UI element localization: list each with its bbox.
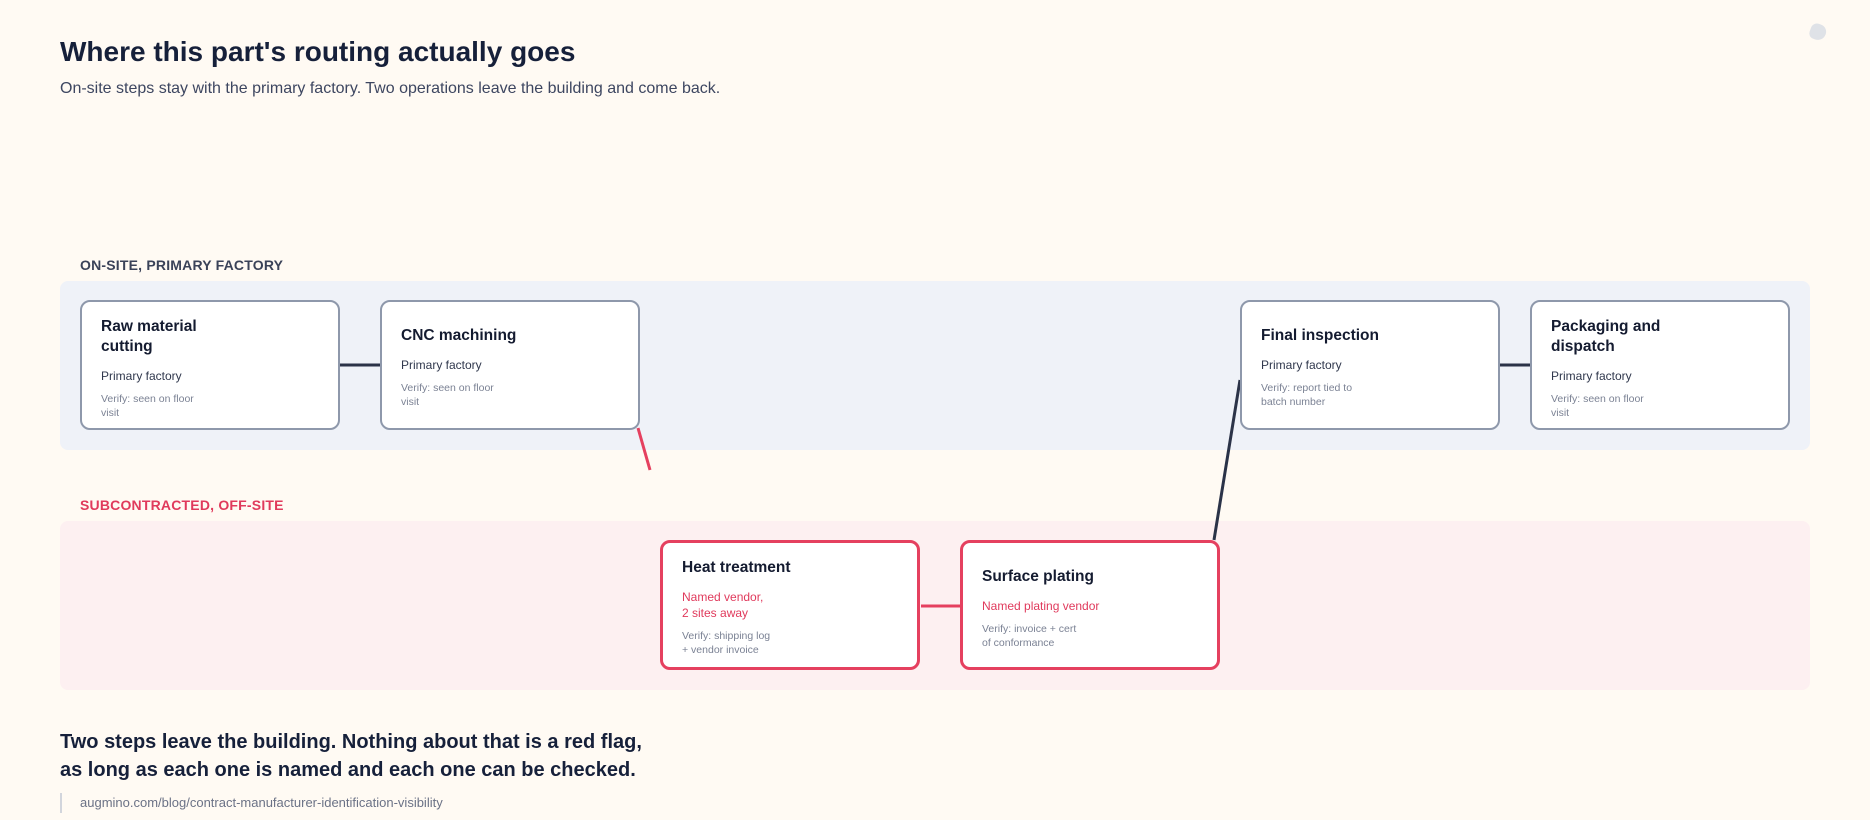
step-location: Primary factory — [1551, 369, 1632, 383]
step-location: Primary factory — [101, 369, 182, 383]
step-location: Named plating vendor — [982, 599, 1100, 613]
step-location: Primary factory — [401, 358, 482, 372]
step-verify: Verify: shipping log + vendor invoice — [682, 630, 771, 656]
onsite-zone-label: ON-SITE, PRIMARY FACTORY — [80, 257, 284, 273]
step-verify: Verify: seen on floor visit — [401, 382, 494, 408]
page-title: Where this part's routing actually goes — [60, 36, 576, 67]
step-title: CNC machining — [401, 327, 517, 344]
offsite-zone-label: SUBCONTRACTED, OFF-SITE — [80, 497, 284, 513]
step-verify: Verify: invoice + cert of conformance — [982, 623, 1077, 649]
step-title: Surface plating — [982, 568, 1094, 585]
step-title: Packaging and dispatch — [1551, 318, 1661, 355]
source-link[interactable]: augmino.com/blog/contract-manufacturer-i… — [60, 793, 443, 813]
step-verify: Verify: seen on floor visit — [101, 393, 194, 419]
offsite-zone-band — [60, 521, 1810, 690]
step-title: Final inspection — [1261, 327, 1379, 344]
step-location: Primary factory — [1261, 358, 1342, 372]
step-title: Raw material cutting — [101, 318, 197, 355]
step-verify: Verify: report tied to batch number — [1261, 382, 1353, 408]
takeaway-text: Two steps leave the building. Nothing ab… — [60, 731, 642, 781]
step-card-raw-material-cutting: Raw material cutting Primary factory Ver… — [80, 300, 340, 430]
step-title: Heat treatment — [682, 559, 791, 576]
step-card-heat-treatment: Heat treatment Named vendor, 2 sites awa… — [660, 540, 920, 670]
page-subtitle: On-site steps stay with the primary fact… — [60, 80, 721, 97]
step-card-packaging-and-dispatch: Packaging and dispatch Primary factory V… — [1530, 300, 1790, 430]
step-card-final-inspection: Final inspection Primary factory Verify:… — [1240, 300, 1500, 430]
step-card-cnc-machining: CNC machining Primary factory Verify: se… — [380, 300, 640, 430]
step-card-surface-plating: Surface plating Named plating vendor Ver… — [960, 540, 1220, 670]
step-verify: Verify: seen on floor visit — [1551, 393, 1644, 419]
step-location: Named vendor, 2 sites away — [682, 590, 764, 620]
logo-mark — [1807, 21, 1829, 43]
